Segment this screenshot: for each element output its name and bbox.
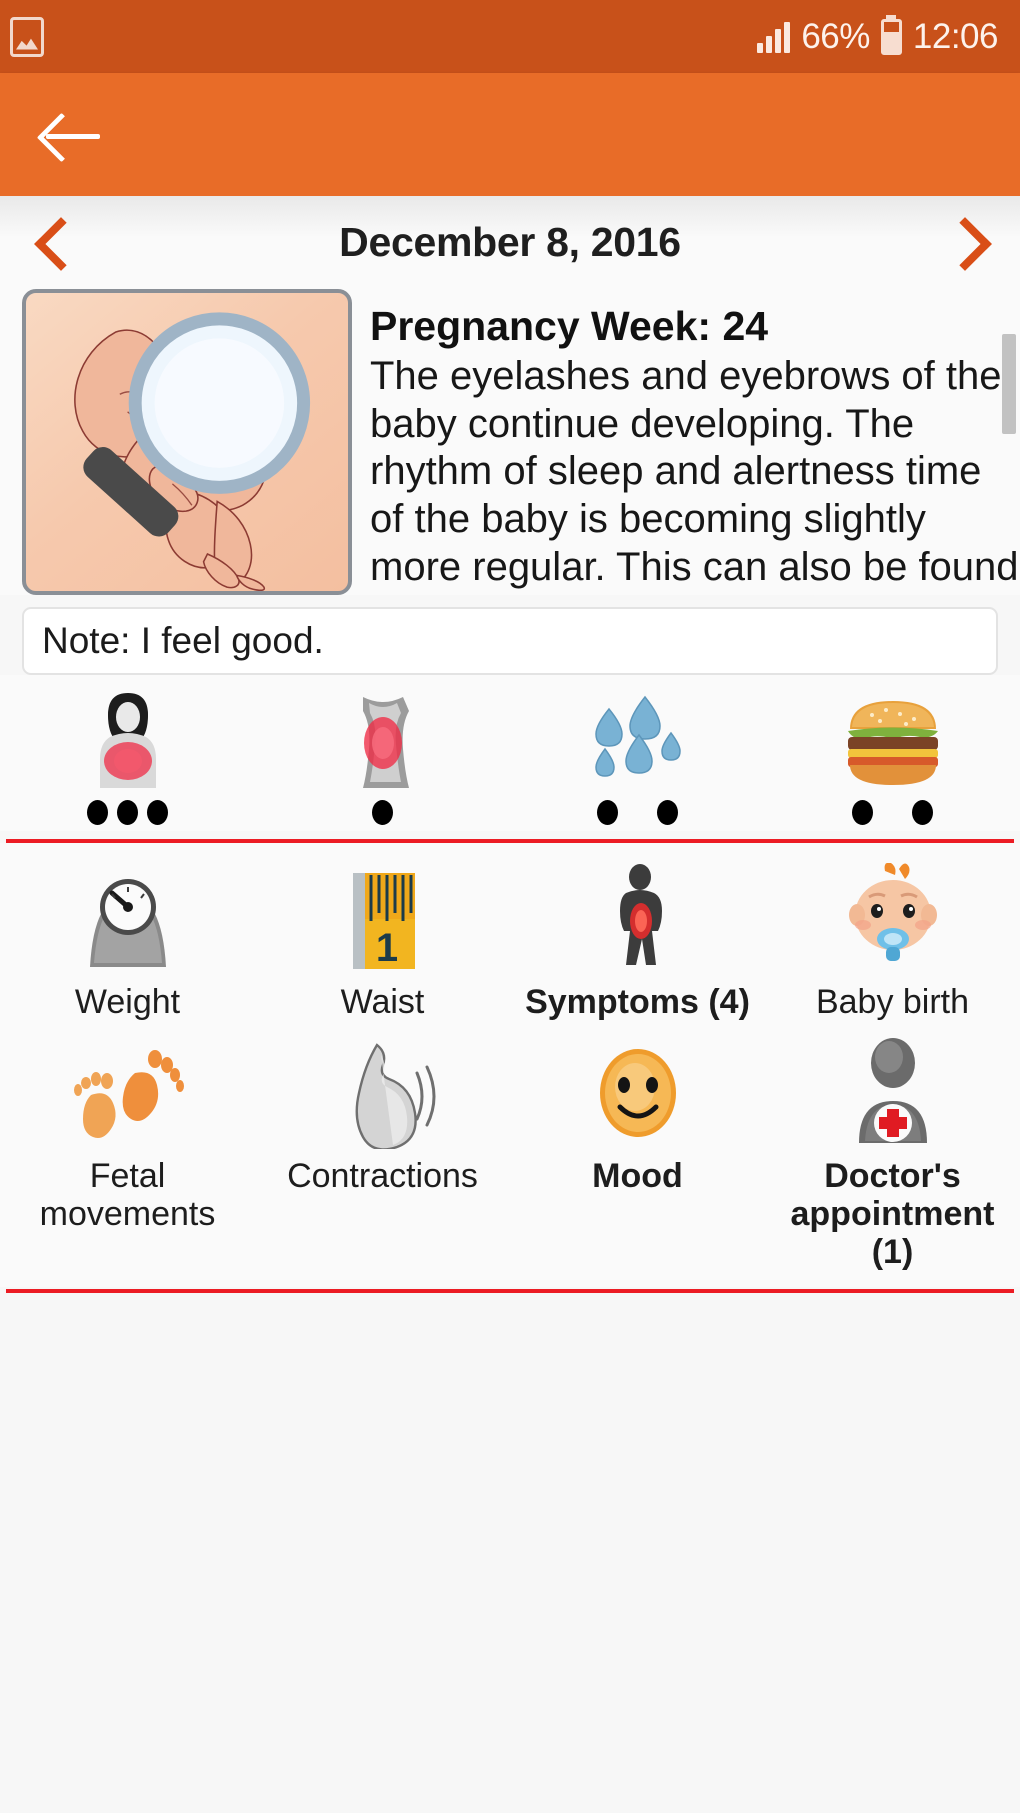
pregnancy-week-card: Pregnancy Week: 24 The eyelashes and eye… [0,289,1020,595]
tracker-fetal-movements[interactable]: Fetal movements [0,1031,255,1281]
symptom-sweating[interactable] [510,693,765,825]
week-description: The eyelashes and eyebrows of the baby c… [370,354,1019,589]
symptoms-person-icon [578,861,698,977]
svg-text:1: 1 [375,926,397,970]
symptom-appetite[interactable] [765,693,1020,825]
tracker-mood[interactable]: Mood [510,1031,765,1281]
empty-area [0,1293,1020,1764]
chevron-right-icon[interactable] [938,211,990,275]
tracker-grid: Weight 1 Waist Symptoms (4) Baby birth F… [0,843,1020,1288]
week-text-block: Pregnancy Week: 24 The eyelashes and eye… [352,289,1020,595]
footprints-icon [63,1035,193,1151]
back-arrow-icon[interactable] [38,100,108,170]
tracker-label: Weight [74,983,181,1021]
tracker-doctor-appointment[interactable]: Doctor's appointment (1) [765,1031,1020,1281]
battery-percent: 66% [801,16,870,56]
status-bar: 66% 12:06 [0,0,1020,73]
sweating-drops-icon [583,693,693,788]
tracker-contractions[interactable]: Contractions [255,1031,510,1281]
tape-measure-icon: 1 [323,861,443,977]
chevron-left-icon[interactable] [30,211,82,275]
battery-icon [880,18,902,55]
tracker-label: Mood [592,1157,683,1196]
app-bar [0,73,1020,196]
weight-scale-icon [68,861,188,977]
clock: 12:06 [912,16,999,56]
tracker-waist[interactable]: 1 Waist [255,857,510,1031]
symptoms-strip [0,675,1020,831]
breast-pain-icon [82,693,174,788]
fetus-illustration[interactable] [22,289,352,595]
symptom-dots [87,799,168,825]
symptom-dots [852,799,933,825]
tracker-row: Fetal movements Contractions Mood Doctor… [0,1031,1020,1281]
note-section: Note: I feel good. [0,595,1020,675]
signal-bars-icon [757,21,791,53]
mood-smiley-icon [578,1035,698,1151]
tracker-label: Fetal movements [39,1157,216,1234]
abdominal-pain-icon [337,693,429,788]
status-bar-left [10,16,44,57]
tracker-label: Contractions [287,1157,478,1196]
baby-birth-icon [833,861,953,977]
appetite-burger-icon [838,693,948,788]
symptom-dots [597,799,678,825]
contractions-belly-icon [323,1035,443,1151]
tracker-weight[interactable]: Weight [0,857,255,1031]
tracker-label: Waist [340,983,425,1021]
magnifier-icon[interactable] [26,293,348,591]
vertical-scrollbar[interactable] [1002,334,1016,434]
tracker-label: Symptoms (4) [525,983,750,1021]
photo-gallery-icon [10,16,44,57]
symptom-dots [372,799,393,825]
tracker-row: Weight 1 Waist Symptoms (4) Baby birth [0,857,1020,1031]
current-date-label: December 8, 2016 [339,219,681,265]
note-input[interactable]: Note: I feel good. [22,607,998,675]
app-root: 66% 12:06 December 8, 2016 Pregnancy Wee… [0,0,1020,1813]
week-title: Pregnancy Week: 24 [370,303,769,349]
tracker-label: Baby birth [815,983,970,1021]
tracker-baby-birth[interactable]: Baby birth [765,857,1020,1031]
symptom-breast-pain[interactable] [0,693,255,825]
tracker-label: Doctor's appointment (1) [790,1157,995,1272]
symptom-abdominal-pain[interactable] [255,693,510,825]
status-bar-right: 66% 12:06 [757,16,999,57]
date-navigation: December 8, 2016 [0,196,1020,289]
doctor-icon [833,1035,953,1151]
tracker-symptoms[interactable]: Symptoms (4) [510,857,765,1031]
